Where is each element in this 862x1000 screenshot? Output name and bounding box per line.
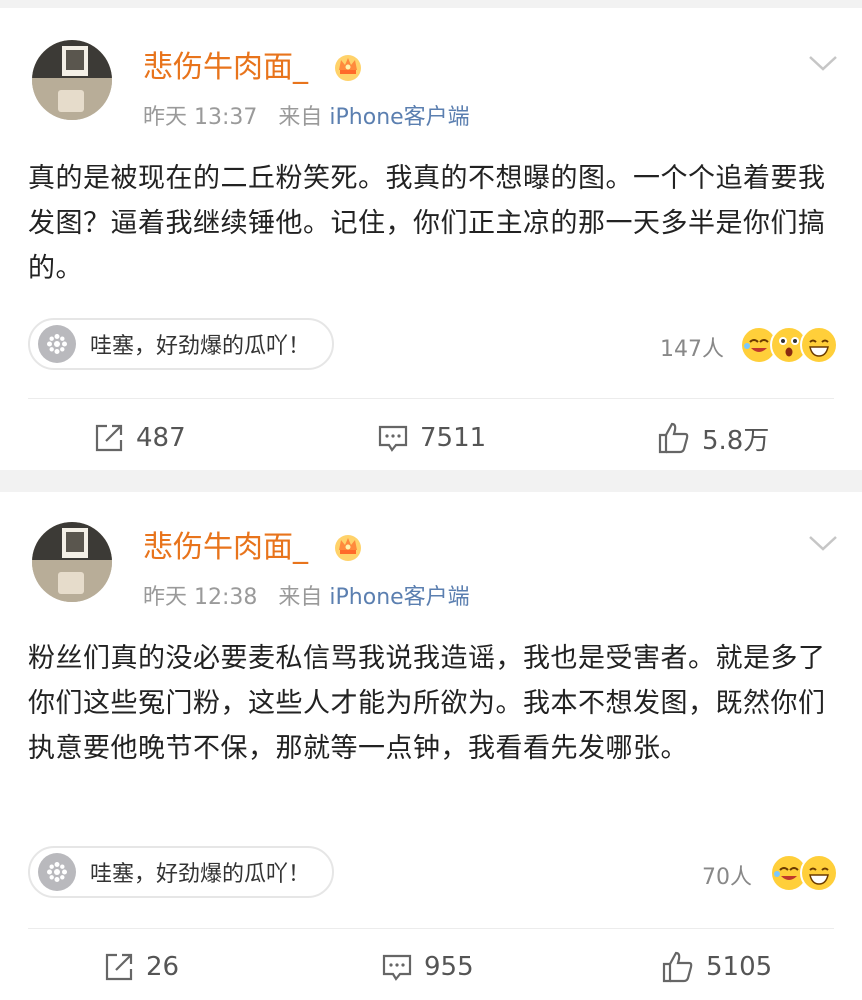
reaction-prompt-text: 哇塞，好劲爆的瓜吖！ <box>90 334 311 359</box>
reaction-count[interactable]: 147人 <box>660 331 724 363</box>
action-divider <box>28 928 834 929</box>
grin-icon <box>800 854 838 892</box>
avatar[interactable] <box>32 40 112 120</box>
repost-button[interactable]: 26 <box>102 937 179 997</box>
comment-count: 955 <box>424 952 474 982</box>
post-content: 粉丝们真的没必要麦私信骂我说我造谣，我也是受害者。就是多了你们这些冤门粉，这些人… <box>28 643 826 764</box>
repost-icon <box>95 424 123 452</box>
avatar-photo-icon <box>32 40 112 120</box>
like-button[interactable]: 5105 <box>660 937 772 997</box>
like-count: 5.8万 <box>702 425 770 456</box>
source-link[interactable]: iPhone客户端 <box>329 585 469 610</box>
action-bar: 26 955 5105 <box>0 937 862 997</box>
reaction-emojis[interactable] <box>740 326 838 364</box>
weibo-feed: 悲伤牛肉面_ 昨天 13:37 来自 iPhone客户端 真的是被现在的二丘粉笑… <box>0 0 862 1000</box>
avatar[interactable] <box>32 522 112 602</box>
feed-top-gap <box>0 0 862 8</box>
reaction-prompt-button[interactable]: 哇塞，好劲爆的瓜吖！ <box>28 846 335 898</box>
post-meta: 昨天 13:37 来自 iPhone客户端 <box>143 102 470 134</box>
thumbs-up-icon <box>662 951 693 983</box>
post-time: 昨天 13:37 <box>143 105 258 130</box>
comment-button[interactable]: 7511 <box>376 408 486 468</box>
action-bar: 487 7511 5.8万 <box>0 408 862 468</box>
comment-icon <box>382 954 412 981</box>
grin-icon <box>800 326 838 364</box>
comment-count: 7511 <box>420 423 487 453</box>
reaction-prompt-text: 哇塞，好劲爆的瓜吖！ <box>90 862 311 887</box>
action-divider <box>28 398 834 399</box>
repost-count: 487 <box>136 423 186 453</box>
username[interactable]: 悲伤牛肉面_ <box>143 528 308 568</box>
chevron-down-icon[interactable] <box>808 532 838 554</box>
avatar-photo-icon <box>32 522 112 602</box>
vip-crown-icon <box>335 535 361 561</box>
thumbs-up-icon <box>658 422 689 454</box>
comment-button[interactable]: 955 <box>380 937 474 997</box>
like-count: 5105 <box>706 952 773 982</box>
repost-button[interactable]: 487 <box>92 408 186 468</box>
post-time: 昨天 12:38 <box>143 585 258 610</box>
comment-icon <box>378 425 408 452</box>
post-card[interactable]: 悲伤牛肉面_ 昨天 13:37 来自 iPhone客户端 真的是被现在的二丘粉笑… <box>0 8 862 470</box>
post-card[interactable]: 悲伤牛肉面_ 昨天 12:38 来自 iPhone客户端 粉丝们真的没必要麦私信… <box>0 492 862 1000</box>
like-button[interactable]: 5.8万 <box>656 408 769 468</box>
repost-icon <box>105 953 133 981</box>
reaction-emojis[interactable] <box>770 854 838 892</box>
post-meta: 昨天 12:38 来自 iPhone客户端 <box>143 582 470 614</box>
vip-crown-icon <box>335 55 361 81</box>
source-prefix: 来自 <box>278 105 323 130</box>
flower-icon <box>38 325 76 363</box>
source-link[interactable]: iPhone客户端 <box>329 105 469 130</box>
username[interactable]: 悲伤牛肉面_ <box>143 48 308 88</box>
chevron-down-icon[interactable] <box>808 52 838 74</box>
reaction-count[interactable]: 70人 <box>702 859 752 891</box>
repost-count: 26 <box>146 952 180 982</box>
post-content: 真的是被现在的二丘粉笑死。我真的不想曝的图。一个个追着要我发图？逼着我继续锤他。… <box>28 163 826 284</box>
flower-icon <box>38 853 76 891</box>
source-prefix: 来自 <box>278 585 323 610</box>
reaction-prompt-button[interactable]: 哇塞，好劲爆的瓜吖！ <box>28 318 335 370</box>
